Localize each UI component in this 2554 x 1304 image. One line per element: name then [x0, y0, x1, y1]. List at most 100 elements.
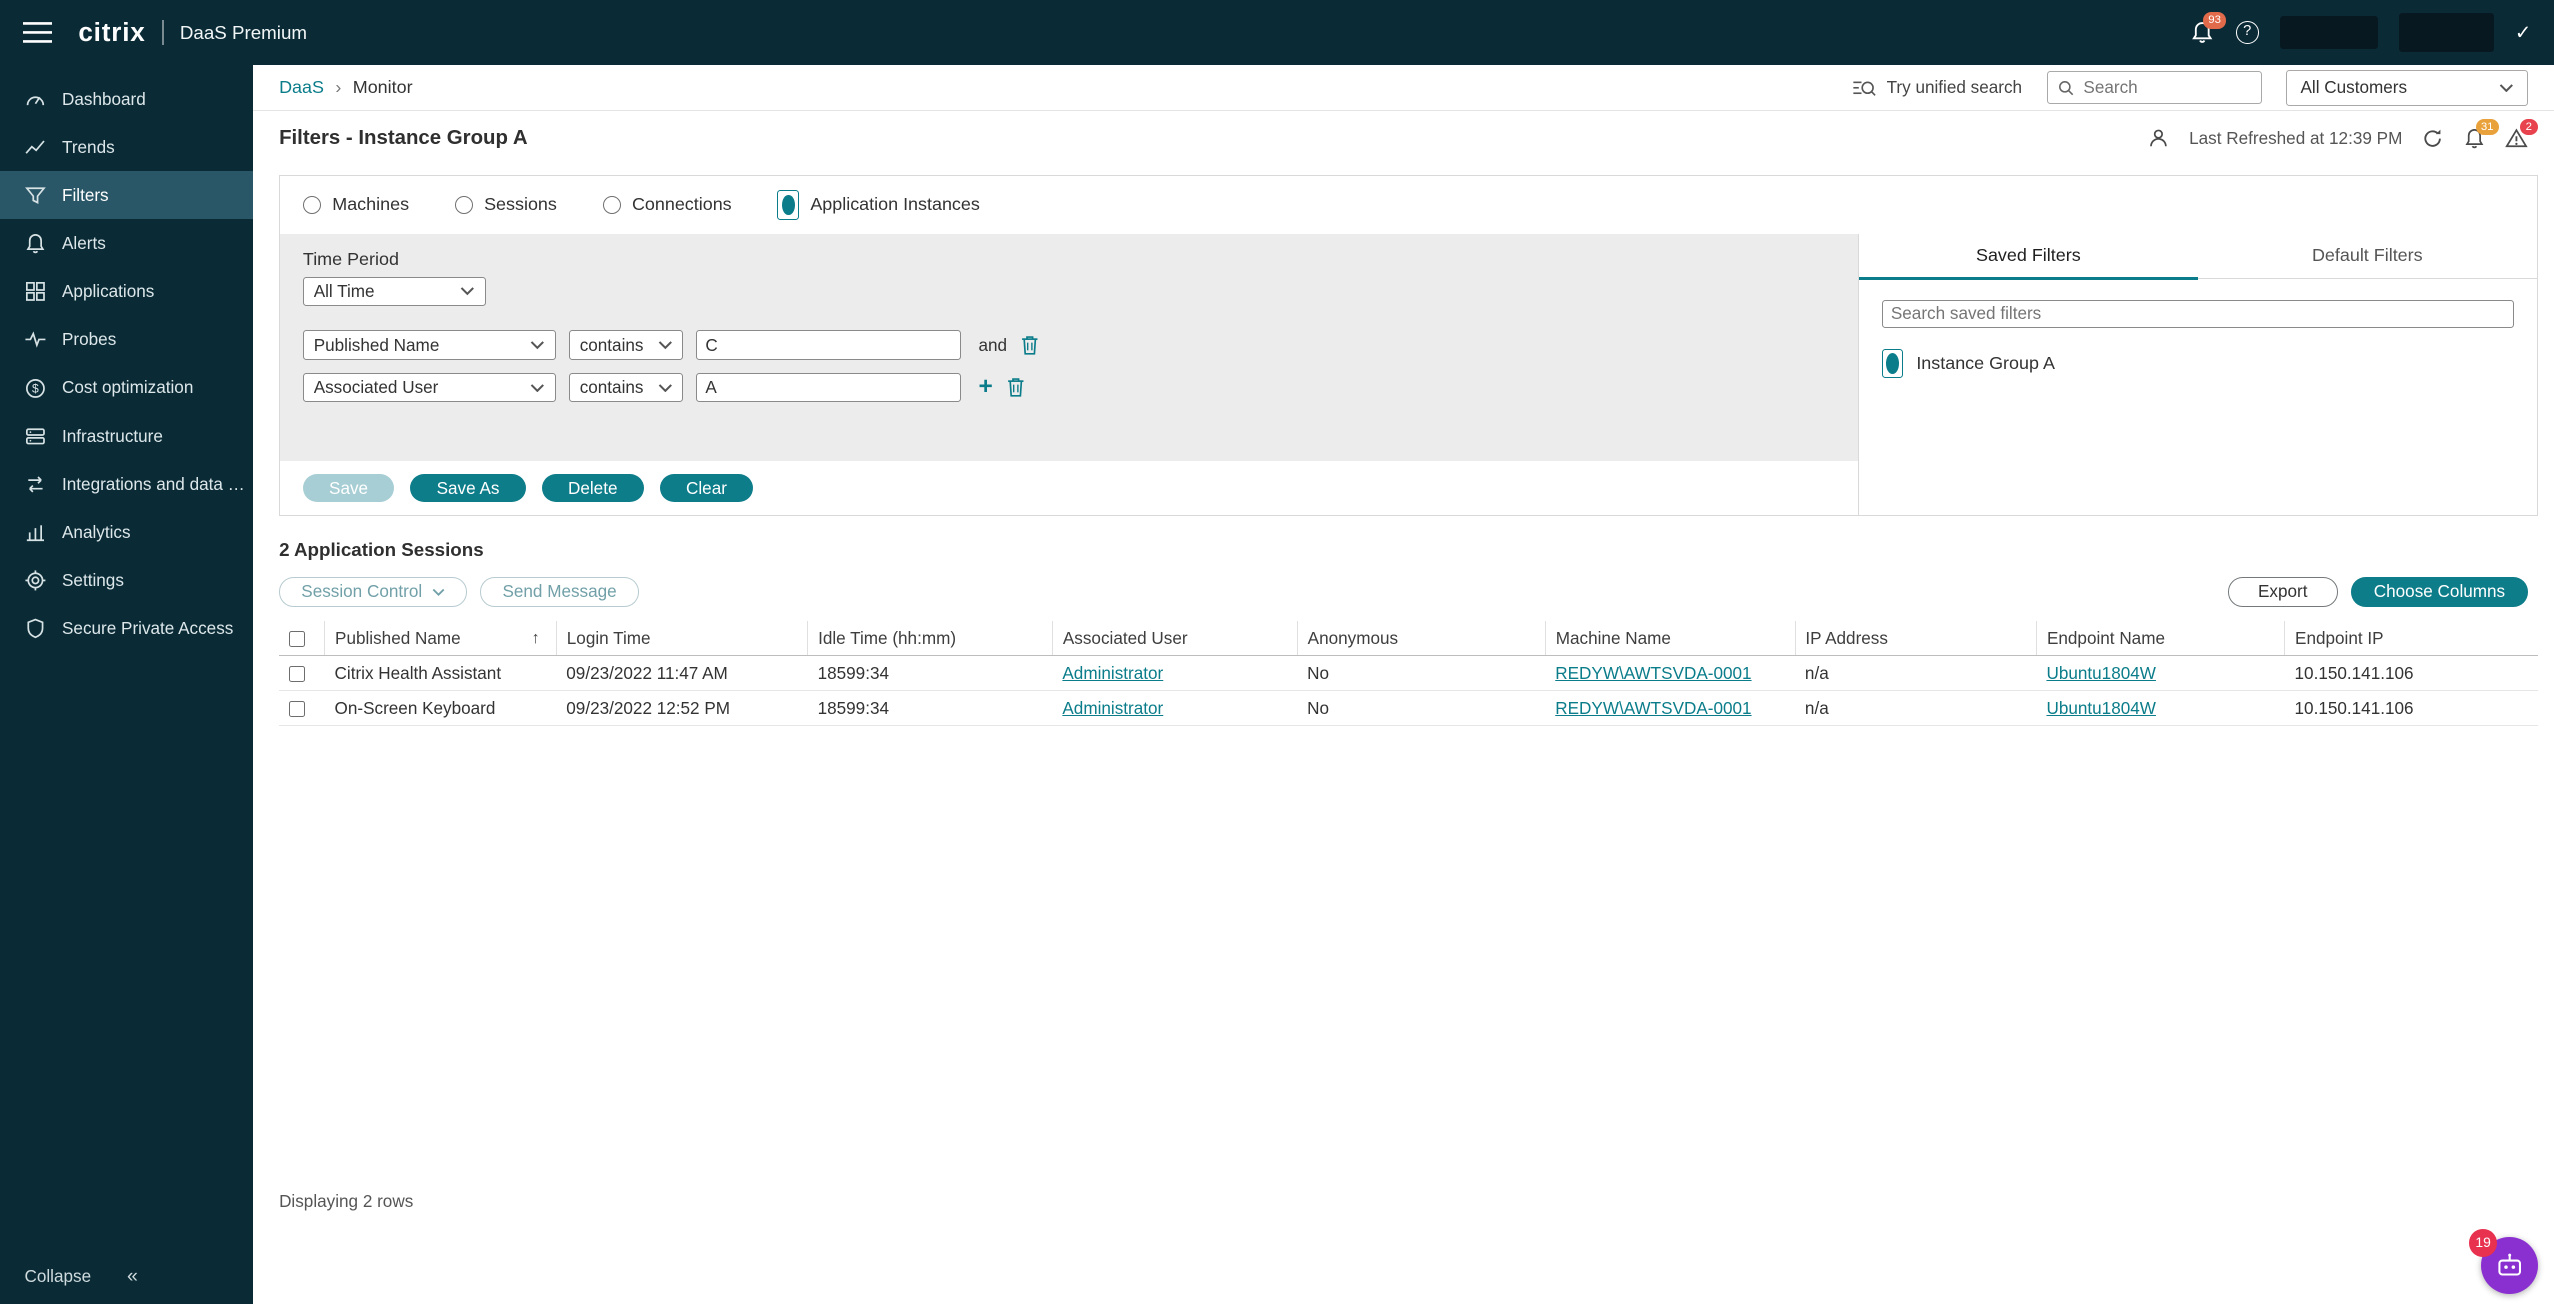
sidebar-item-analytics[interactable]: Analytics: [0, 508, 253, 556]
sidebar-item-infrastructure[interactable]: Infrastructure: [0, 412, 253, 460]
sidebar-item-dashboard[interactable]: Dashboard: [0, 75, 253, 123]
condition-operator-select[interactable]: contains: [569, 330, 683, 359]
column-header-endpoint-name[interactable]: Endpoint Name: [2037, 621, 2285, 656]
delete-condition-icon[interactable]: [1020, 334, 1040, 357]
sidebar-item-settings[interactable]: Settings: [0, 556, 253, 604]
time-period-label: Time Period: [303, 249, 1835, 270]
cell-anonymous: No: [1297, 656, 1545, 691]
send-message-button[interactable]: Send Message: [480, 577, 639, 606]
unified-search-button[interactable]: Try unified search: [1852, 77, 2022, 98]
condition-field-select[interactable]: Published Name: [303, 330, 556, 359]
column-header-endpoint-ip[interactable]: Endpoint IP: [2285, 621, 2538, 656]
assistant-chat-button[interactable]: 19: [2481, 1237, 2538, 1294]
unified-search-icon: [1852, 78, 1876, 98]
select-all-checkbox[interactable]: [289, 631, 305, 647]
column-header-published-name[interactable]: Published Name ↑: [325, 621, 557, 656]
last-refreshed-text: Last Refreshed at 12:39 PM: [2189, 128, 2402, 149]
collapse-label: Collapse: [24, 1266, 91, 1287]
warnings-indicator-icon[interactable]: 2: [2505, 127, 2528, 150]
radio-connections[interactable]: Connections: [603, 194, 732, 215]
sidebar-item-trends[interactable]: Trends: [0, 123, 253, 171]
settings-gear-icon: [24, 569, 47, 592]
sidebar-item-alerts[interactable]: Alerts: [0, 219, 253, 267]
chevron-down-icon: [658, 340, 673, 350]
refresh-icon[interactable]: [2422, 128, 2443, 149]
hamburger-menu-icon[interactable]: [23, 21, 52, 44]
column-header-anonymous[interactable]: Anonymous: [1297, 621, 1545, 656]
row-checkbox[interactable]: [289, 701, 305, 717]
send-message-label: Send Message: [502, 581, 616, 602]
add-condition-icon[interactable]: +: [979, 376, 993, 399]
filter-actions-row: Save Save As Delete Clear: [280, 461, 1858, 515]
column-header-login-time[interactable]: Login Time: [556, 621, 807, 656]
citrix-logo: citrix: [78, 17, 145, 48]
sidebar-item-label: Trends: [62, 137, 115, 158]
radio-machines[interactable]: Machines: [303, 194, 409, 215]
filter-funnel-icon: [24, 184, 47, 207]
sidebar-item-integrations[interactable]: Integrations and data exports: [0, 460, 253, 508]
associated-user-link[interactable]: Administrator: [1062, 698, 1163, 718]
alerts-bell-icon: [24, 232, 47, 255]
save-as-button[interactable]: Save As: [410, 474, 525, 502]
sidebar-item-cost-optimization[interactable]: $ Cost optimization: [0, 364, 253, 412]
saved-filters-search-input[interactable]: [1882, 300, 2514, 328]
help-icon[interactable]: ?: [2236, 21, 2259, 44]
machine-name-link[interactable]: REDYW\AWTSVDA-0001: [1555, 663, 1751, 683]
time-period-select[interactable]: All Time: [303, 277, 486, 306]
export-button[interactable]: Export: [2228, 577, 2338, 606]
saved-filter-item[interactable]: Instance Group A: [1882, 349, 2514, 378]
warnings-count-badge: 2: [2520, 119, 2538, 135]
sidebar-item-applications[interactable]: Applications: [0, 268, 253, 316]
endpoint-name-link[interactable]: Ubuntu1804W: [2046, 698, 2155, 718]
condition-field-select[interactable]: Associated User: [303, 373, 556, 402]
session-control-button[interactable]: Session Control: [279, 577, 467, 606]
cost-dollar-icon: $: [24, 377, 47, 400]
select-all-header[interactable]: [279, 621, 325, 656]
search-icon: [2057, 79, 2075, 97]
sidebar-item-filters[interactable]: Filters: [0, 171, 253, 219]
condition-value-input[interactable]: [696, 373, 960, 402]
radio-label: Connections: [632, 194, 732, 215]
chevron-down-icon: [530, 383, 545, 393]
global-search-box[interactable]: [2047, 71, 2262, 104]
sidebar-collapse-button[interactable]: Collapse «: [24, 1265, 236, 1288]
notifications-bell-icon[interactable]: 93: [2190, 20, 2214, 44]
column-header-idle-time[interactable]: Idle Time (hh:mm): [808, 621, 1053, 656]
logo-divider: [162, 20, 164, 44]
sidebar-item-label: Infrastructure: [62, 426, 163, 447]
tab-saved-filters[interactable]: Saved Filters: [1859, 234, 2198, 279]
save-button[interactable]: Save: [303, 474, 394, 502]
clear-button[interactable]: Clear: [660, 474, 753, 502]
endpoint-name-link[interactable]: Ubuntu1804W: [2046, 663, 2155, 683]
condition-operator-select[interactable]: contains: [569, 373, 683, 402]
chevron-down-icon: [2499, 83, 2514, 93]
breadcrumb-separator-icon: ›: [335, 77, 341, 98]
column-header-associated-user[interactable]: Associated User: [1053, 621, 1298, 656]
breadcrumb-daas-link[interactable]: DaaS: [279, 77, 324, 98]
sidebar-item-probes[interactable]: Probes: [0, 316, 253, 364]
cell-published-name: On-Screen Keyboard: [325, 691, 557, 726]
radio-sessions[interactable]: Sessions: [455, 194, 557, 215]
customer-selector-dropdown[interactable]: All Customers: [2286, 70, 2528, 106]
cell-select: [279, 691, 325, 726]
delete-condition-icon[interactable]: [1006, 376, 1026, 399]
search-input[interactable]: [2083, 77, 2251, 98]
radio-application-instances[interactable]: Application Instances: [777, 190, 980, 219]
column-header-ip-address[interactable]: IP Address: [1795, 621, 2037, 656]
time-period-value: All Time: [314, 281, 451, 302]
assistant-notification-badge: 19: [2469, 1229, 2497, 1257]
choose-columns-button[interactable]: Choose Columns: [2351, 577, 2528, 606]
chevron-down-icon: [658, 383, 673, 393]
sidebar-item-label: Dashboard: [62, 89, 146, 110]
row-checkbox[interactable]: [289, 666, 305, 682]
associated-user-link[interactable]: Administrator: [1062, 663, 1163, 683]
user-icon[interactable]: [2147, 127, 2170, 150]
column-header-machine-name[interactable]: Machine Name: [1545, 621, 1795, 656]
cell-ip-address: n/a: [1795, 656, 2037, 691]
machine-name-link[interactable]: REDYW\AWTSVDA-0001: [1555, 698, 1751, 718]
sidebar-item-secure-private-access[interactable]: Secure Private Access: [0, 605, 253, 653]
tab-default-filters[interactable]: Default Filters: [2198, 234, 2537, 279]
delete-button[interactable]: Delete: [542, 474, 644, 502]
condition-value-input[interactable]: [696, 330, 960, 359]
alerts-indicator-icon[interactable]: 31: [2463, 127, 2486, 150]
